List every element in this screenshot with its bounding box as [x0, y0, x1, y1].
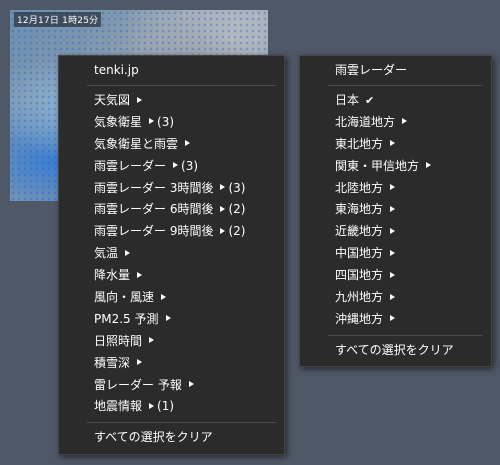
menu-item-label: 中国地方: [335, 246, 384, 261]
chevron-right-icon: [137, 96, 143, 103]
menu-item-rain-radar-9h[interactable]: 雨雲レーダー 9時間後 (2): [59, 221, 284, 243]
menu-item-label: 気温: [94, 246, 119, 261]
chevron-right-icon: [125, 249, 131, 256]
menu-item-label: 天気図: [94, 93, 131, 107]
menu-item-label: 九州地方: [335, 290, 384, 305]
chevron-right-icon: [426, 162, 432, 169]
menu-item-label: 日照時間: [94, 333, 143, 348]
menu-item-rain-radar-6h[interactable]: 雨雲レーダー 6時間後 (2): [59, 199, 284, 221]
menu-item-wind[interactable]: 風向・風速: [59, 287, 284, 309]
menu-item-tohoku[interactable]: 東北地方: [300, 134, 491, 156]
menu-item-precipitation[interactable]: 降水量: [59, 265, 284, 287]
menu-item-count: (3): [157, 114, 175, 129]
menu-item-snow-depth[interactable]: 積雪深: [59, 353, 284, 375]
chevron-right-icon: [390, 227, 396, 234]
chevron-right-icon: [137, 359, 143, 366]
menu-item-kinki[interactable]: 近畿地方: [300, 221, 491, 243]
chevron-right-icon: [220, 227, 226, 234]
menu-item-sunshine[interactable]: 日照時間: [59, 331, 284, 353]
menu-item-kyushu[interactable]: 九州地方: [300, 287, 491, 309]
menu-item-lightning[interactable]: 雷レーダー 予報: [59, 375, 284, 397]
chevron-right-icon: [220, 205, 226, 212]
menu-item-count: (3): [228, 180, 246, 195]
chevron-right-icon: [149, 402, 155, 409]
context-menu-rain-radar: 雨雲レーダー 日本 ✔ 北海道地方 東北地方 関東・甲信地方 北陸地方 東海地方 …: [299, 55, 492, 367]
menu-item-label: 気象衛星: [94, 114, 143, 129]
menu-item-okinawa[interactable]: 沖縄地方: [300, 309, 491, 331]
menu-item-label: 関東・甲信地方: [335, 158, 420, 173]
menu-separator: [87, 422, 276, 424]
submenu-header[interactable]: 雨雲レーダー: [300, 60, 491, 81]
menu-item-label: 雨雲レーダー 6時間後: [94, 202, 214, 217]
chevron-right-icon: [185, 140, 191, 147]
menu-item-label: 沖縄地方: [335, 311, 384, 326]
menu-item-label: 東北地方: [335, 136, 384, 151]
chevron-right-icon: [149, 337, 155, 344]
menu-separator: [328, 85, 483, 86]
chevron-right-icon: [402, 118, 408, 125]
chevron-right-icon: [149, 118, 155, 125]
menu-item-label: 降水量: [94, 268, 131, 283]
menu-header-tenki[interactable]: tenki.jp: [59, 60, 284, 81]
chevron-right-icon: [390, 184, 396, 191]
chevron-right-icon: [188, 381, 194, 388]
menu-item-count: (2): [228, 224, 246, 239]
menu-item-label: 四国地方: [335, 268, 384, 283]
menu-item-label: 雨雲レーダー: [94, 158, 167, 173]
chevron-right-icon: [390, 249, 396, 256]
menu-item-shikoku[interactable]: 四国地方: [300, 265, 491, 287]
clear-all-selection-button[interactable]: すべての選択をクリア: [300, 340, 491, 362]
menu-item-label: 北陸地方: [335, 180, 384, 195]
menu-item-count: (1): [157, 399, 175, 414]
menu-item-kanto-koshin[interactable]: 関東・甲信地方: [300, 156, 491, 178]
menu-item-label: 気象衛星と雨雲: [94, 136, 179, 151]
menu-item-label: 北海道地方: [335, 114, 396, 129]
chevron-right-icon: [137, 271, 143, 278]
menu-item-label: 雨雲レーダー 9時間後: [94, 224, 214, 239]
menu-item-label: 地震情報: [94, 399, 143, 414]
menu-item-label: PM2.5 予測: [94, 311, 159, 326]
menu-item-label: 雷レーダー 予報: [94, 377, 182, 392]
menu-item-hokkaido[interactable]: 北海道地方: [300, 112, 491, 134]
menu-item-satellite-rain[interactable]: 気象衛星と雨雲: [59, 134, 284, 156]
menu-item-label: 日本: [335, 93, 360, 107]
menu-separator: [87, 85, 276, 86]
menu-item-label: 風向・風速: [94, 290, 155, 305]
menu-item-label: 雨雲レーダー 3時間後: [94, 180, 214, 195]
chevron-right-icon: [173, 162, 179, 169]
chevron-right-icon: [390, 140, 396, 147]
menu-item-rain-radar-3h[interactable]: 雨雲レーダー 3時間後 (3): [59, 178, 284, 200]
chevron-right-icon: [390, 271, 396, 278]
menu-item-satellite[interactable]: 気象衛星 (3): [59, 112, 284, 134]
menu-item-japan[interactable]: 日本 ✔: [300, 90, 491, 112]
menu-item-rain-radar[interactable]: 雨雲レーダー (3): [59, 156, 284, 178]
menu-item-count: (3): [181, 158, 199, 173]
menu-item-tokai[interactable]: 東海地方: [300, 199, 491, 221]
check-icon: ✔: [365, 94, 375, 107]
menu-item-label: 東海地方: [335, 202, 384, 217]
chevron-right-icon: [390, 205, 396, 212]
menu-item-temperature[interactable]: 気温: [59, 243, 284, 265]
menu-separator: [328, 334, 483, 336]
context-menu-main: tenki.jp 天気図 気象衛星 (3) 気象衛星と雨雲 雨雲レーダー (3) 雨…: [58, 55, 285, 455]
chevron-right-icon: [220, 184, 226, 191]
chevron-right-icon: [161, 293, 167, 300]
clear-all-selection-button[interactable]: すべての選択をクリア: [59, 427, 284, 449]
chevron-right-icon: [390, 315, 396, 322]
chevron-right-icon: [165, 315, 171, 322]
menu-item-label: 積雪深: [94, 355, 131, 370]
menu-item-weather-chart[interactable]: 天気図: [59, 90, 284, 112]
menu-item-earthquake[interactable]: 地震情報 (1): [59, 396, 284, 418]
menu-item-count: (2): [228, 202, 246, 217]
menu-item-hokuriku[interactable]: 北陸地方: [300, 178, 491, 200]
chevron-right-icon: [390, 293, 396, 300]
menu-item-pm25[interactable]: PM2.5 予測: [59, 309, 284, 331]
map-timestamp: 12月17日 1時25分: [14, 12, 102, 27]
menu-item-chugoku[interactable]: 中国地方: [300, 243, 491, 265]
menu-item-label: 近畿地方: [335, 224, 384, 239]
